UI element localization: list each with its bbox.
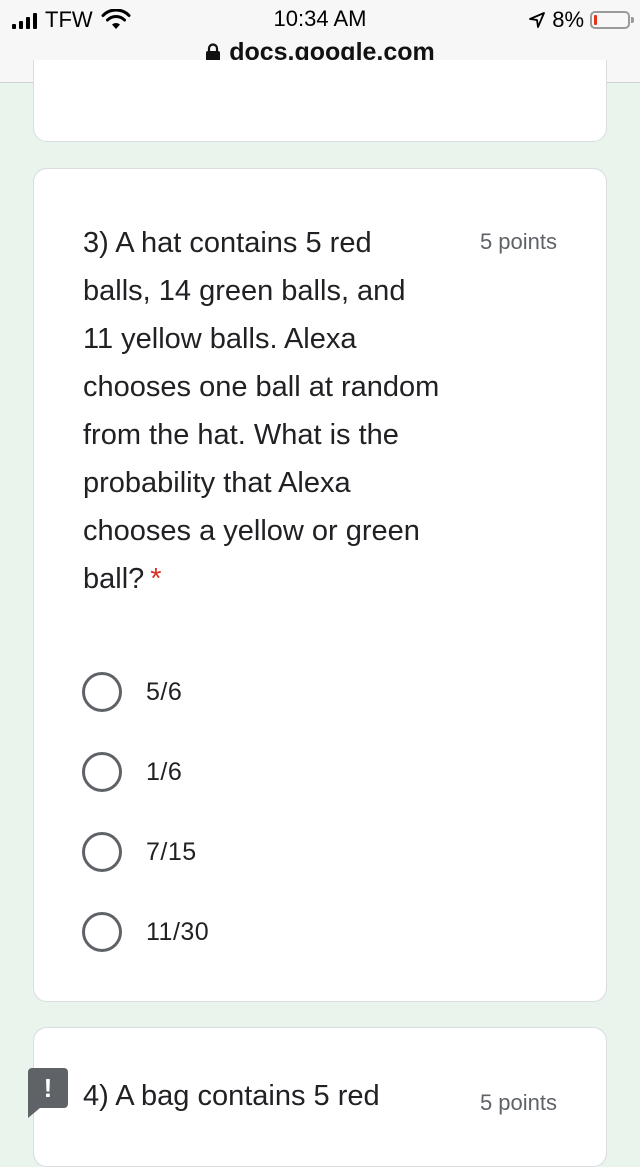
- battery-icon: [590, 11, 634, 29]
- option-3[interactable]: 7/15: [82, 812, 209, 892]
- required-asterisk: *: [150, 563, 162, 595]
- right-status-group: 8%: [528, 7, 634, 33]
- feedback-button[interactable]: !: [28, 1068, 68, 1118]
- radio-button[interactable]: [82, 752, 122, 792]
- radio-button[interactable]: [82, 672, 122, 712]
- option-label: 5/6: [146, 677, 183, 706]
- question-text: 4) A bag contains 5 red: [83, 1080, 380, 1112]
- points-label: 5 points: [479, 229, 557, 254]
- points-label: 5 points: [479, 1090, 557, 1115]
- answer-options: 5/6 1/6 7/15 11/30: [82, 652, 209, 972]
- battery-level: [594, 15, 597, 25]
- exclamation-icon: !: [43, 1072, 53, 1103]
- question-card-4: 4) A bag contains 5 red 5 points: [33, 1027, 607, 1167]
- option-label: 7/15: [146, 837, 197, 866]
- question-text: 3) A hat contains 5 red balls, 14 green …: [83, 227, 440, 595]
- question-card-3: 3) A hat contains 5 red balls, 14 green …: [33, 168, 607, 1002]
- option-4[interactable]: 11/30: [82, 892, 209, 972]
- option-label: 11/30: [146, 917, 210, 946]
- question-title: 3) A hat contains 5 red balls, 14 green …: [83, 219, 443, 603]
- radio-button[interactable]: [82, 832, 122, 872]
- option-1[interactable]: 5/6: [82, 652, 209, 732]
- battery-percent: 8%: [552, 7, 584, 32]
- option-label: 1/6: [146, 757, 183, 786]
- option-2[interactable]: 1/6: [82, 732, 209, 812]
- location-arrow-icon: [529, 12, 546, 28]
- radio-button[interactable]: [82, 912, 122, 952]
- previous-question-card: [33, 60, 607, 142]
